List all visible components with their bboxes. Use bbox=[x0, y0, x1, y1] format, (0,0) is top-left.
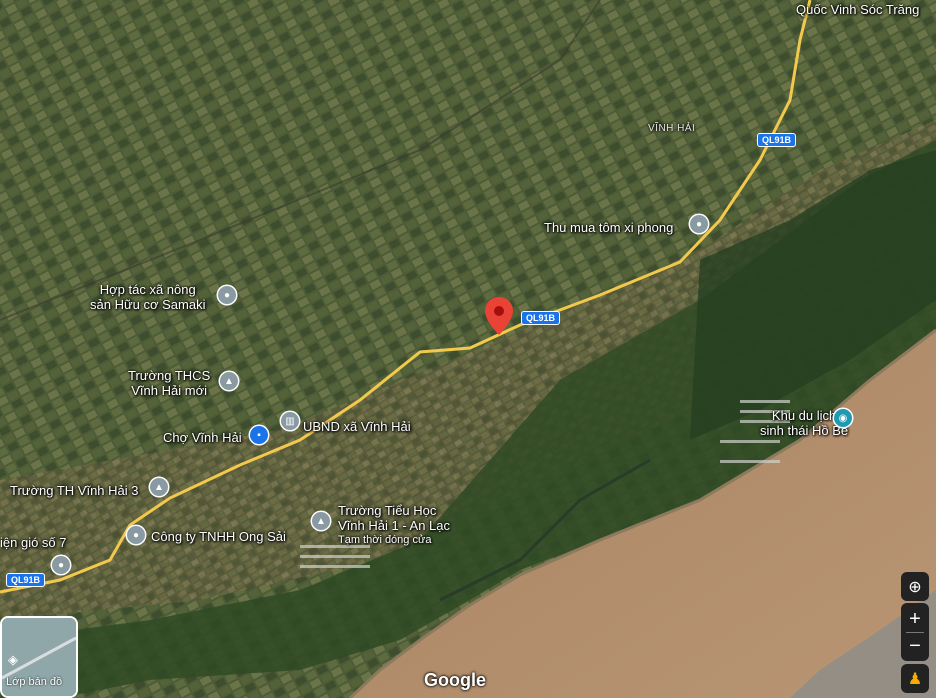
poi-status: Tạm thời đóng cửa bbox=[338, 534, 432, 546]
selected-location-marker-icon[interactable] bbox=[485, 297, 513, 335]
layers-button[interactable]: ◈ Lớp bản đồ bbox=[0, 616, 78, 698]
poi-label-truong-th[interactable]: Trường TH Vĩnh Hải 3 bbox=[10, 483, 139, 498]
poi-label-truong-thcs[interactable]: Trường THCS Vĩnh Hải mới bbox=[128, 368, 210, 398]
school-icon[interactable]: ▲ bbox=[312, 512, 330, 530]
road-shield-ql91b: QL91B bbox=[521, 311, 561, 325]
poi-line: Hợp tác xã nông bbox=[99, 282, 196, 297]
zoom-controls: + − bbox=[901, 603, 929, 661]
satellite-map[interactable] bbox=[0, 0, 936, 698]
poi-label-thu-mua[interactable]: Thu mua tôm xi phong bbox=[544, 220, 673, 235]
poi-line: Vĩnh Hải 1 - An Lạc bbox=[338, 518, 451, 533]
my-location-button[interactable]: ⊕ bbox=[901, 572, 929, 601]
location-pin-icon[interactable]: ● bbox=[52, 556, 70, 574]
location-pin-icon[interactable]: ● bbox=[690, 215, 708, 233]
google-logo: Google bbox=[424, 670, 486, 690]
poi-line: Trường THCS bbox=[128, 368, 211, 383]
layers-label: Lớp bản đồ bbox=[6, 676, 63, 688]
location-pin-icon[interactable]: ● bbox=[218, 286, 236, 304]
pegman-button[interactable]: ♟ bbox=[901, 664, 929, 693]
location-pin-icon[interactable]: ● bbox=[127, 526, 145, 544]
school-icon[interactable]: ▲ bbox=[150, 478, 168, 496]
poi-label-cho[interactable]: Chợ Vĩnh Hải bbox=[163, 430, 242, 445]
layers-icon: ◈ bbox=[8, 652, 18, 667]
poi-line: Vĩnh Hải mới bbox=[131, 383, 207, 398]
poi-line: sản Hữu cơ Samaki bbox=[90, 297, 206, 312]
poi-label-dien-gio[interactable]: iện gió số 7 bbox=[0, 535, 67, 550]
pegman-icon: ♟ bbox=[907, 670, 923, 688]
school-icon[interactable]: ▲ bbox=[220, 372, 238, 390]
road-shield-ql91b: QL91B bbox=[6, 573, 46, 587]
poi-label-cong-ty[interactable]: Công ty TNHH Ong Sải bbox=[151, 529, 286, 544]
zoom-in-button[interactable]: + bbox=[909, 606, 921, 632]
poi-line: sinh thái Hồ Bể bbox=[760, 423, 849, 438]
poi-label-ubnd[interactable]: UBND xã Vĩnh Hải bbox=[303, 419, 411, 434]
shopping-cart-icon[interactable]: ▪ bbox=[250, 426, 268, 444]
my-location-icon: ⊕ bbox=[908, 578, 922, 596]
poi-label-truong-tieu-hoc[interactable]: Trường Tiểu Học Vĩnh Hải 1 - An Lạc Tạm … bbox=[338, 503, 450, 548]
government-building-icon[interactable]: ▥ bbox=[281, 412, 299, 430]
area-label-vinh-hai: VĨNH HẢI bbox=[648, 123, 696, 134]
label-quoc-vinh[interactable]: Quốc Vinh Sóc Trăng bbox=[796, 2, 919, 17]
poi-label-hop-tac[interactable]: Hợp tác xã nông sản Hữu cơ Samaki bbox=[90, 282, 206, 312]
camera-icon[interactable]: ◉ bbox=[834, 409, 852, 427]
poi-line: Trường Tiểu Học bbox=[338, 503, 437, 518]
zoom-out-button[interactable]: − bbox=[909, 633, 921, 659]
road-shield-ql91b: QL91B bbox=[757, 133, 797, 147]
